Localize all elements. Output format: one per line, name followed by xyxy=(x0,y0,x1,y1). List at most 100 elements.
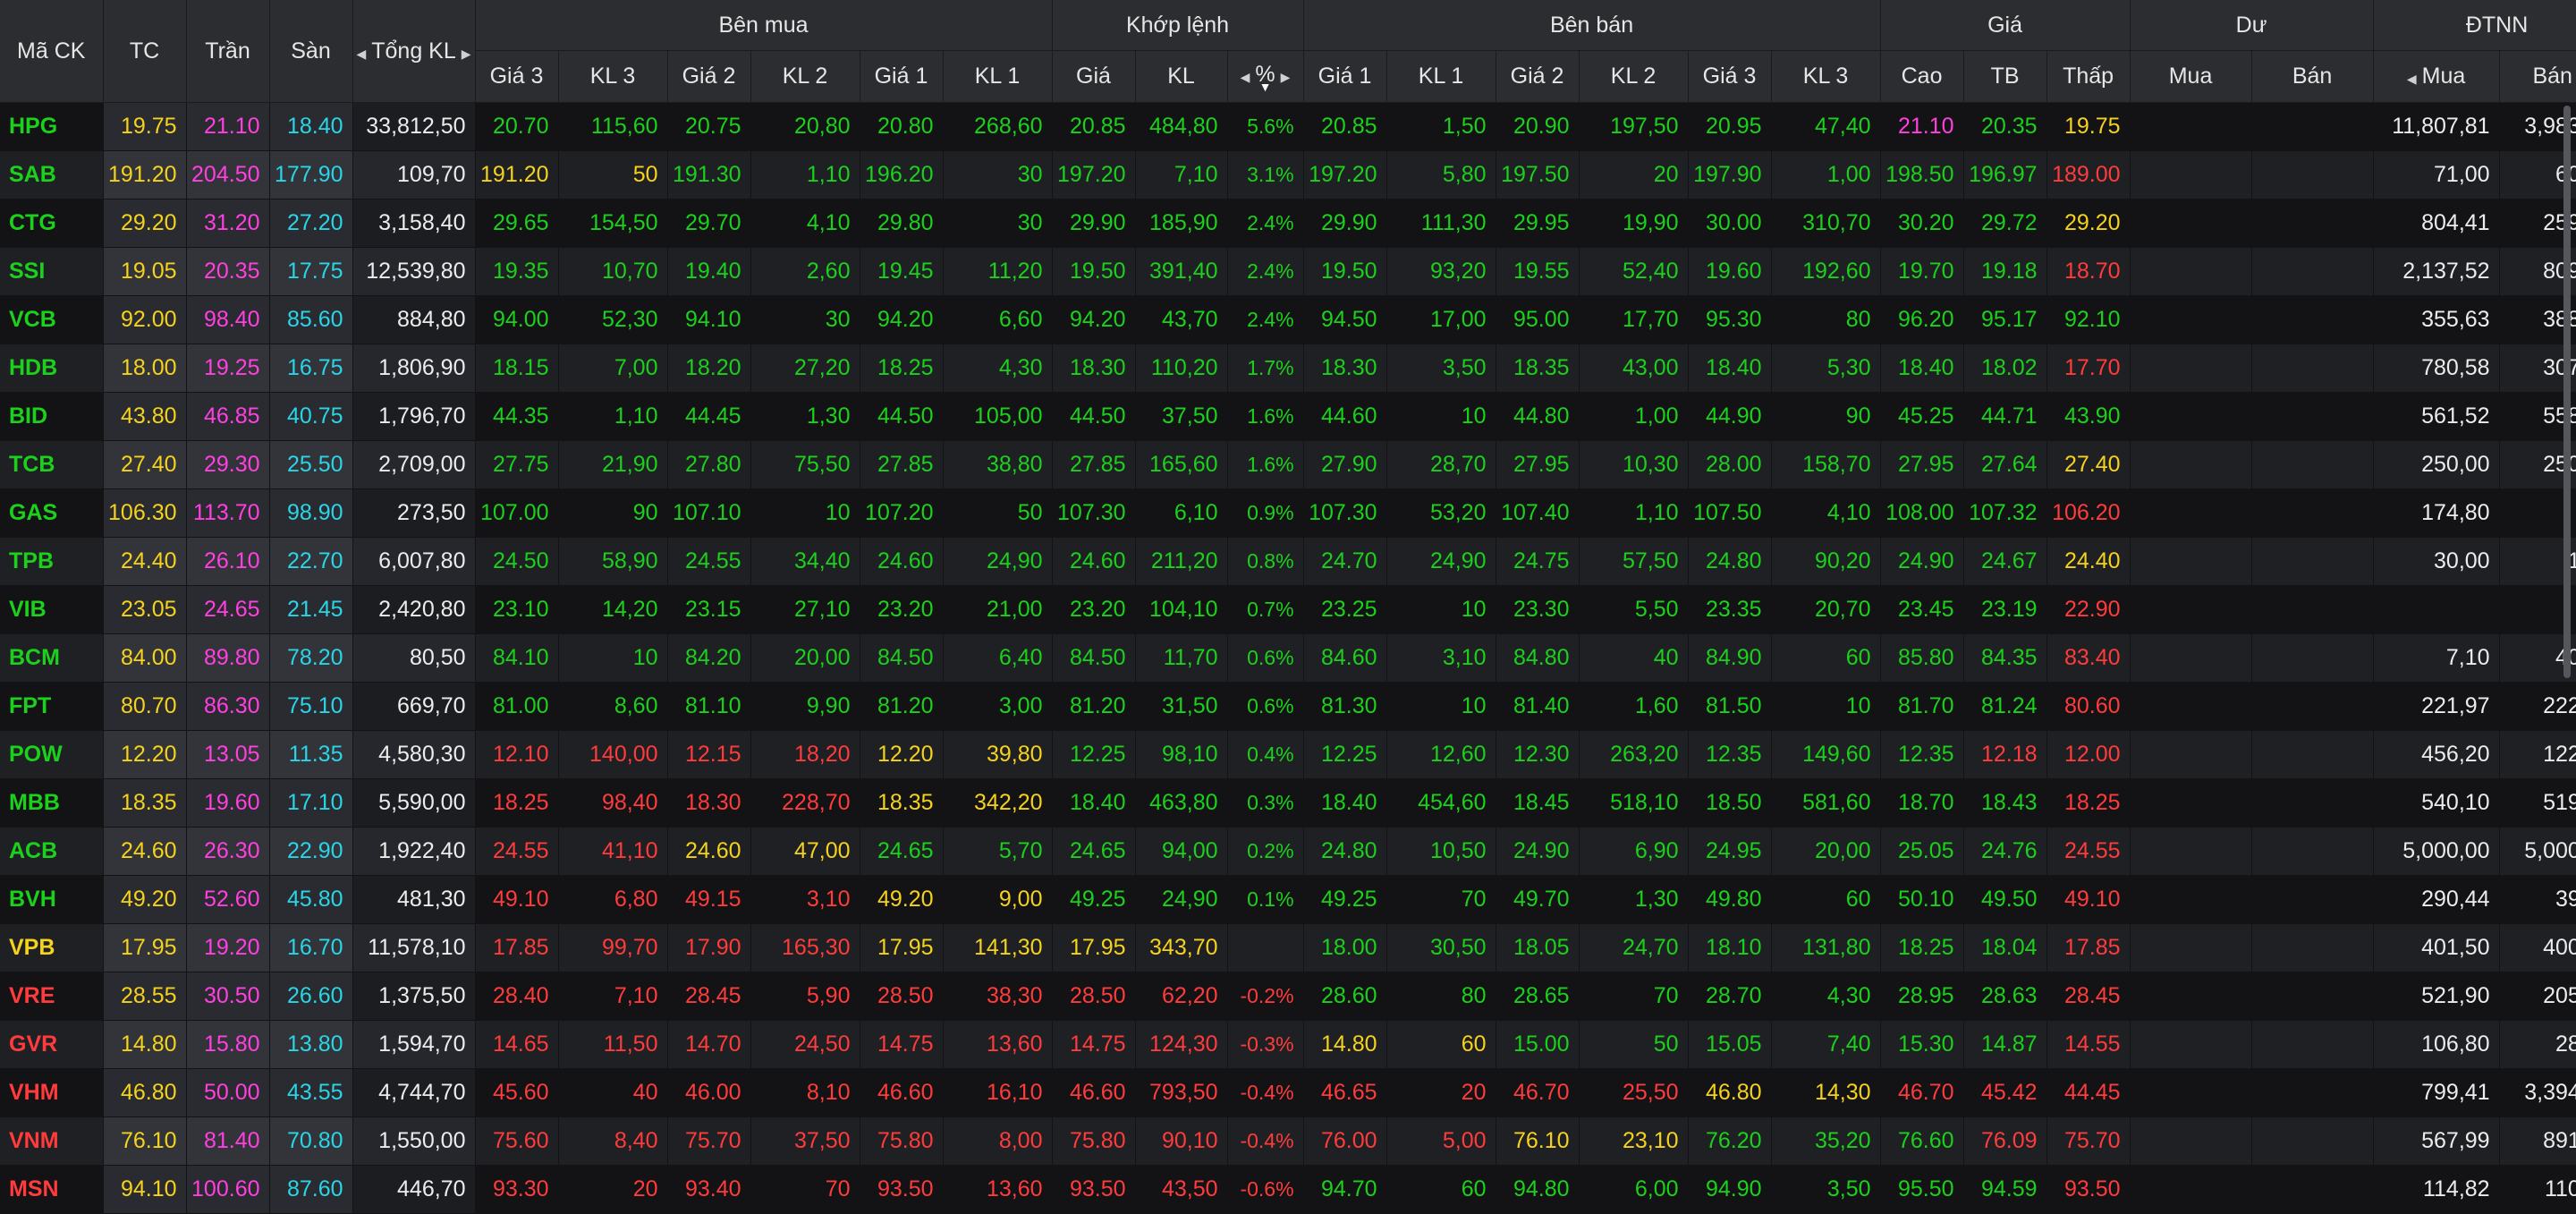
symbol-cell[interactable]: BID xyxy=(0,392,104,441)
sort-left-icon[interactable]: ◀ xyxy=(1241,70,1250,84)
table-row[interactable]: SSI 19.05 20.35 17.75 12,539,80 19.35 10,70 19.… xyxy=(0,247,2576,296)
col-ask-price3-header[interactable]: Giá 3 xyxy=(1688,50,1772,103)
table-row[interactable]: POW 12.20 13.05 11.35 4,580,30 12.10 140,00 12.… xyxy=(0,730,2576,779)
symbol-cell[interactable]: BVH xyxy=(0,875,104,924)
table-row[interactable]: BVH 49.20 52.60 45.80 481,30 49.10 6,80 49.15 3,… xyxy=(0,875,2576,924)
col-bid-vol1-header[interactable]: KL 1 xyxy=(943,50,1053,103)
bid-price2-cell: 23.15 xyxy=(667,585,751,634)
table-row[interactable]: GAS 106.30 113.70 98.90 273,50 107.00 90 107.10… xyxy=(0,488,2576,538)
col-avg-header[interactable]: TB xyxy=(1963,50,2047,103)
symbol-cell[interactable]: MBB xyxy=(0,778,104,828)
match-vol-cell: 94,00 xyxy=(1135,827,1228,876)
table-row[interactable]: MBB 18.35 19.60 17.10 5,590,00 18.25 98,40 18.3… xyxy=(0,778,2576,828)
ask-vol3-cell: 4,10 xyxy=(1771,488,1881,538)
vertical-scrollbar[interactable] xyxy=(2563,106,2571,678)
foreign-sell-cell: 122,70 xyxy=(2499,730,2576,779)
floor-price-cell: 13.80 xyxy=(269,1020,353,1069)
symbol-cell[interactable]: SSI xyxy=(0,247,104,296)
table-row[interactable]: HDB 18.00 19.25 16.75 1,806,90 18.15 7,00 18.20… xyxy=(0,344,2576,393)
table-row[interactable]: SAB 191.20 204.50 177.90 109,70 191.20 50 191.3… xyxy=(0,150,2576,200)
symbol-cell[interactable]: HPG xyxy=(0,102,104,151)
table-row[interactable]: VIB 23.05 24.65 21.45 2,420,80 23.10 14,20 23.1… xyxy=(0,585,2576,634)
col-ask-vol3-header[interactable]: KL 3 xyxy=(1771,50,1881,103)
symbol-cell[interactable]: VIB xyxy=(0,585,104,634)
col-remain-sell-header[interactable]: Bán xyxy=(2251,50,2374,103)
bid-vol1-cell: 38,30 xyxy=(943,972,1053,1021)
ask-price1-cell: 46.65 xyxy=(1303,1068,1387,1117)
table-row[interactable]: TPB 24.40 26.10 22.70 6,007,80 24.50 58,90 24.5… xyxy=(0,537,2576,586)
col-bid-price2-header[interactable]: Giá 2 xyxy=(667,50,751,103)
ref-price-cell: 27.40 xyxy=(103,440,187,489)
bid-price3-cell: 17.85 xyxy=(475,923,559,972)
symbol-cell[interactable]: TPB xyxy=(0,537,104,586)
table-row[interactable]: BID 43.80 46.85 40.75 1,796,70 44.35 1,10 44.45… xyxy=(0,392,2576,441)
sort-right-icon[interactable]: ▶ xyxy=(1281,70,1291,84)
col-match-price-header[interactable]: Giá xyxy=(1052,50,1136,103)
table-row[interactable]: ACB 24.60 26.30 22.90 1,922,40 24.55 41,10 24.6… xyxy=(0,827,2576,876)
symbol-cell[interactable]: VCB xyxy=(0,295,104,344)
col-floor-header[interactable]: Sàn xyxy=(269,0,353,103)
col-ask-price2-header[interactable]: Giá 2 xyxy=(1496,50,1580,103)
symbol-cell[interactable]: SAB xyxy=(0,150,104,200)
table-row[interactable]: HPG 19.75 21.10 18.40 33,812,50 20.70 115,60 20… xyxy=(0,102,2576,151)
col-bid-vol3-header[interactable]: KL 3 xyxy=(558,50,668,103)
symbol-cell[interactable]: VHM xyxy=(0,1068,104,1117)
ask-price3-cell: 49.80 xyxy=(1688,875,1772,924)
avg-price-cell: 18.04 xyxy=(1963,923,2047,972)
ask-vol2-cell: 57,50 xyxy=(1579,537,1689,586)
col-match-vol-header[interactable]: KL xyxy=(1135,50,1228,103)
col-ceil-header[interactable]: Trần xyxy=(186,0,270,103)
col-ask-vol1-header[interactable]: KL 1 xyxy=(1386,50,1496,103)
sort-right-icon[interactable]: ▶ xyxy=(462,47,471,61)
col-match-pct-header[interactable]: ◀% ▶ ▼ xyxy=(1227,50,1304,103)
bid-vol1-cell: 50 xyxy=(943,488,1053,538)
symbol-cell[interactable]: POW xyxy=(0,730,104,779)
symbol-cell[interactable]: ACB xyxy=(0,827,104,876)
symbol-cell[interactable]: GVR xyxy=(0,1020,104,1069)
col-bid-price1-header[interactable]: Giá 1 xyxy=(860,50,944,103)
ref-price-cell: 24.60 xyxy=(103,827,187,876)
table-row[interactable]: VRE 28.55 30.50 26.60 1,375,50 28.40 7,10 28.45… xyxy=(0,972,2576,1021)
avg-price-cell: 24.67 xyxy=(1963,537,2047,586)
table-row[interactable]: CTG 29.20 31.20 27.20 3,158,40 29.65 154,50 29.… xyxy=(0,199,2576,248)
bid-vol3-cell: 8,40 xyxy=(558,1116,668,1166)
high-price-cell: 19.70 xyxy=(1880,247,1964,296)
col-foreign-sell-header[interactable]: Bán▶ xyxy=(2499,50,2576,103)
col-bid-price3-header[interactable]: Giá 3 xyxy=(475,50,559,103)
symbol-cell[interactable]: BCM xyxy=(0,633,104,683)
table-row[interactable]: VCB 92.00 98.40 85.60 884,80 94.00 52,30 94.10 3… xyxy=(0,295,2576,344)
symbol-cell[interactable]: FPT xyxy=(0,682,104,731)
table-row[interactable]: BCM 84.00 89.80 78.20 80,50 84.10 10 84.20 20,00… xyxy=(0,633,2576,683)
table-row[interactable]: VHM 46.80 50.00 43.55 4,744,70 45.60 40 46.00 8,… xyxy=(0,1068,2576,1117)
table-row[interactable]: FPT 80.70 86.30 75.10 669,70 81.00 8,60 81.10 9,… xyxy=(0,682,2576,731)
table-row[interactable]: GVR 14.80 15.80 13.80 1,594,70 14.65 11,50 14.7… xyxy=(0,1020,2576,1069)
symbol-cell[interactable]: VNM xyxy=(0,1116,104,1166)
table-row[interactable]: VPB 17.95 19.20 16.70 11,578,10 17.85 99,70 17.… xyxy=(0,923,2576,972)
ask-vol1-cell: 20 xyxy=(1386,1068,1496,1117)
symbol-cell[interactable]: HDB xyxy=(0,344,104,393)
col-symbol-header[interactable]: Mã CK xyxy=(0,0,104,103)
sort-left-icon[interactable]: ◀ xyxy=(2407,72,2417,86)
col-remain-buy-header[interactable]: Mua xyxy=(2130,50,2252,103)
col-total-header[interactable]: ◀ Tổng KL ▶ xyxy=(352,0,476,103)
col-high-header[interactable]: Cao xyxy=(1880,50,1964,103)
high-price-cell: 25.05 xyxy=(1880,827,1964,876)
col-low-header[interactable]: Thấp xyxy=(2046,50,2131,103)
symbol-cell[interactable]: GAS xyxy=(0,488,104,538)
symbol-cell[interactable]: CTG xyxy=(0,199,104,248)
symbol-cell[interactable]: VPB xyxy=(0,923,104,972)
col-ask-vol2-header[interactable]: KL 2 xyxy=(1579,50,1689,103)
sort-left-icon[interactable]: ◀ xyxy=(356,47,366,61)
table-row[interactable]: VNM 76.10 81.40 70.80 1,550,00 75.60 8,40 75.70… xyxy=(0,1116,2576,1166)
symbol-cell[interactable]: TCB xyxy=(0,440,104,489)
remain-buy-cell xyxy=(2130,1116,2252,1166)
col-ask-price1-header[interactable]: Giá 1 xyxy=(1303,50,1387,103)
table-row[interactable]: TCB 27.40 29.30 25.50 2,709,00 27.75 21,90 27.8… xyxy=(0,440,2576,489)
col-ref-header[interactable]: TC xyxy=(103,0,187,103)
sort-down-icon[interactable]: ▼ xyxy=(1228,81,1303,93)
col-foreign-buy-header[interactable]: ◀ Mua xyxy=(2373,50,2500,103)
symbol-cell[interactable]: VRE xyxy=(0,972,104,1021)
col-bid-vol2-header[interactable]: KL 2 xyxy=(750,50,860,103)
symbol-cell[interactable]: MSN xyxy=(0,1165,104,1214)
table-row[interactable]: MSN 94.10 100.60 87.60 446,70 93.30 20 93.40 70 9… xyxy=(0,1165,2576,1214)
